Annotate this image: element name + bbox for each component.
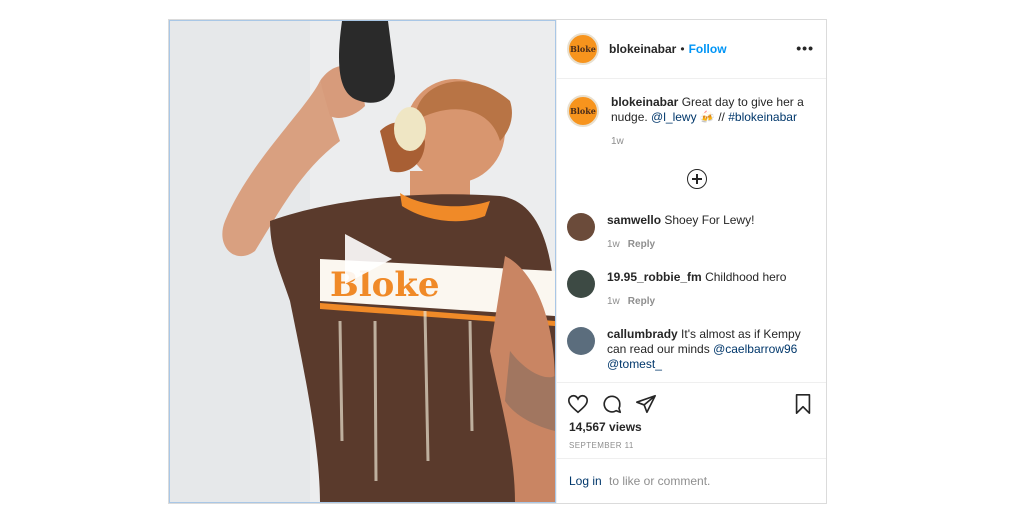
post-date: SEPTEMBER 11	[569, 441, 634, 450]
more-options-icon[interactable]: •••	[796, 40, 814, 56]
view-count: 14,567 views	[569, 420, 642, 434]
caption-username[interactable]: blokeinabar	[611, 95, 678, 109]
comment-item: samwello Shoey For Lewy! 1w Reply	[567, 213, 816, 252]
comment-icon[interactable]	[601, 393, 623, 415]
commenter-avatar[interactable]	[567, 327, 595, 355]
post-media[interactable]: Bloke	[169, 20, 556, 503]
caption: Bloke blokeinabar Great day to give her …	[567, 95, 816, 149]
reply-button[interactable]: Reply	[628, 296, 655, 307]
comment-username[interactable]: callumbrady	[607, 327, 678, 341]
profile-username[interactable]: blokeinabar	[609, 42, 676, 56]
reply-button[interactable]: Reply	[628, 239, 655, 250]
action-bar: 14,567 views SEPTEMBER 11	[557, 382, 826, 461]
post-sidebar: Bloke blokeinabar • Follow ••• Bloke blo…	[556, 20, 826, 503]
comment-username[interactable]: samwello	[607, 213, 661, 227]
commenter-avatar[interactable]	[567, 270, 595, 298]
caption-mention[interactable]: @l_lewy	[651, 110, 697, 124]
share-icon[interactable]	[635, 393, 657, 415]
comments-section: Bloke blokeinabar Great day to give her …	[557, 79, 826, 382]
comment-item: callumbrady It's almost as if Kempy can …	[567, 327, 816, 372]
post-photo: Bloke	[170, 21, 555, 502]
post-header: Bloke blokeinabar • Follow •••	[557, 20, 826, 79]
caption-sep: //	[718, 110, 725, 124]
login-prompt: Log in to like or comment.	[557, 458, 826, 503]
separator-dot: •	[680, 42, 685, 56]
instagram-post: Bloke Bloke blokeinabar • Follow ••• Blo…	[168, 19, 827, 504]
caption-hashtag[interactable]: #blokeinabar	[728, 110, 797, 124]
comment-item: 19.95_robbie_fm Childhood hero 1w Reply	[567, 270, 816, 309]
commenter-avatar[interactable]	[567, 213, 595, 241]
add-comment-icon[interactable]	[687, 169, 707, 189]
caption-time: 1w	[611, 136, 624, 147]
comment-time: 1w	[607, 239, 620, 250]
comment-time: 1w	[607, 296, 620, 307]
comment-mention[interactable]: @caelbarrow96	[713, 342, 797, 356]
profile-avatar[interactable]: Bloke	[567, 33, 599, 65]
login-text: to like or comment.	[609, 474, 711, 488]
caption-avatar[interactable]: Bloke	[567, 95, 599, 127]
heart-icon[interactable]	[567, 393, 589, 415]
comment-text: Shoey For Lewy!	[664, 213, 755, 227]
caption-emoji: 🍻	[699, 110, 715, 124]
comment-username[interactable]: 19.95_robbie_fm	[607, 270, 702, 284]
bookmark-icon[interactable]	[792, 393, 814, 415]
login-link[interactable]: Log in	[569, 474, 602, 488]
follow-button[interactable]: Follow	[689, 42, 727, 56]
comment-text: Childhood hero	[705, 270, 787, 284]
comment-mention[interactable]: @tomest_	[607, 357, 662, 371]
